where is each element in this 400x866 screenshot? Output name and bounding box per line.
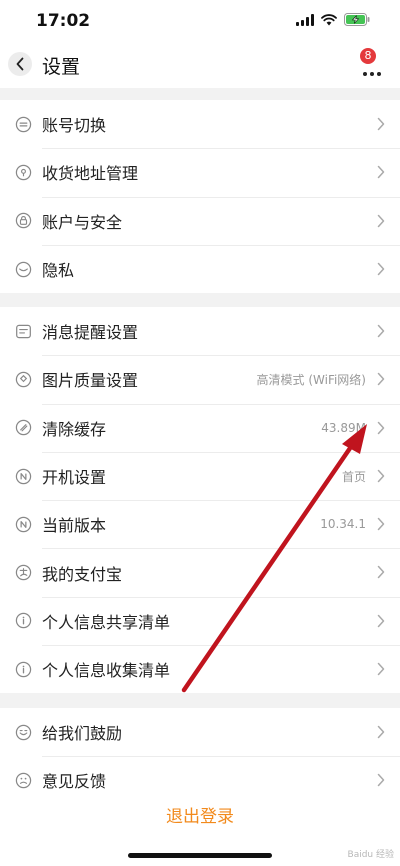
settings-row[interactable]: 我的支付宝 xyxy=(0,548,400,596)
eye-closed-icon xyxy=(14,260,32,278)
settings-row-label: 隐私 xyxy=(42,261,75,281)
more-dots-icon xyxy=(363,72,381,76)
chevron-right-icon xyxy=(377,262,385,276)
settings-row-label: 我的支付宝 xyxy=(42,564,123,584)
chevron-right-icon xyxy=(377,469,385,483)
settings-row[interactable]: 个人信息共享清单 xyxy=(0,596,400,645)
alipay-icon xyxy=(14,564,32,582)
settings-row-label: 开机设置 xyxy=(42,468,107,488)
settings-row-label: 个人信息共享清单 xyxy=(42,612,171,632)
back-button[interactable] xyxy=(8,52,32,76)
settings-row-value: 10.34.1 xyxy=(320,517,366,532)
nav-bar: 设置 8 xyxy=(0,44,400,88)
settings-row-label: 意见反馈 xyxy=(42,772,107,792)
settings-row-label: 清除缓存 xyxy=(42,419,107,439)
chevron-right-icon xyxy=(377,566,385,579)
chevron-right-icon xyxy=(377,421,385,434)
settings-row-label: 图片质量设置 xyxy=(42,371,139,391)
logout-button[interactable]: 退出登录 xyxy=(0,793,400,835)
chevron-left-icon xyxy=(16,57,24,71)
watermark: Baidu 经验 xyxy=(347,850,394,860)
home-indicator xyxy=(128,853,272,858)
clear-cache-icon xyxy=(14,419,32,437)
signal-icon xyxy=(296,13,314,26)
bottom-area: Baidu 经验 xyxy=(0,835,400,866)
info-icon xyxy=(14,612,32,630)
chevron-right-icon xyxy=(377,117,385,131)
settings-row-label: 给我们鼓励 xyxy=(42,724,123,744)
settings-row[interactable]: 图片质量设置 高清模式 (WiFi网络) xyxy=(0,355,400,403)
settings-row-label: 账户与安全 xyxy=(42,212,123,232)
chevron-right-icon xyxy=(377,324,385,338)
settings-row-label: 当前版本 xyxy=(42,516,107,536)
status-bar: 17:02 xyxy=(0,0,400,44)
page-title: 设置 xyxy=(42,56,81,78)
chevron-right-icon xyxy=(377,214,385,227)
startup-icon xyxy=(14,467,32,485)
settings-row[interactable]: 开机设置 首页 xyxy=(0,451,400,500)
notification-badge: 8 xyxy=(360,48,376,64)
wifi-icon xyxy=(321,13,337,25)
settings-group-feedback: 给我们鼓励 意见反馈 xyxy=(0,708,400,805)
settings-group-account: 账号切换收货地址管理 账户与安全隐私 xyxy=(0,100,400,294)
settings-row-label: 收货地址管理 xyxy=(42,164,139,184)
settings-row[interactable]: 给我们鼓励 xyxy=(0,708,400,756)
settings-row[interactable]: 账号切换 xyxy=(0,100,400,148)
settings-row[interactable]: 个人信息收集清单 xyxy=(0,645,400,693)
settings-row-value: 首页 xyxy=(341,469,366,484)
chevron-right-icon xyxy=(377,774,385,787)
message-settings-icon xyxy=(14,322,32,340)
settings-row[interactable]: 账户与安全 xyxy=(0,196,400,245)
settings-row-label: 消息提醒设置 xyxy=(42,323,139,343)
settings-row[interactable]: 隐私 xyxy=(0,244,400,293)
location-pin-icon xyxy=(14,163,32,181)
settings-row[interactable]: 收货地址管理 xyxy=(0,148,400,196)
chevron-right-icon xyxy=(377,166,385,179)
settings-row[interactable]: 消息提醒设置 xyxy=(0,307,400,355)
settings-row-label: 个人信息收集清单 xyxy=(42,661,171,681)
account-switch-icon xyxy=(14,115,32,133)
settings-row-label: 账号切换 xyxy=(42,116,107,136)
status-icons xyxy=(296,13,370,26)
lock-icon xyxy=(14,212,32,230)
chevron-right-icon xyxy=(377,373,385,386)
settings-row[interactable]: 当前版本 10.34.1 xyxy=(0,500,400,548)
chevron-right-icon xyxy=(377,662,385,676)
more-button[interactable]: 8 xyxy=(358,48,386,80)
version-icon xyxy=(14,515,32,533)
info-icon xyxy=(14,660,32,678)
status-time: 17:02 xyxy=(36,11,91,31)
battery-charging-icon xyxy=(344,13,370,26)
image-quality-icon xyxy=(14,370,32,388)
chevron-right-icon xyxy=(377,517,385,531)
settings-group-general: 消息提醒设置 图片质量设置 高清模式 (WiFi网络) 清除缓存 43.89M 开机设置 首… xyxy=(0,307,400,694)
chevron-right-icon xyxy=(377,725,385,739)
settings-row[interactable]: 清除缓存 43.89M xyxy=(0,403,400,452)
settings-row-value: 高清模式 (WiFi网络) xyxy=(256,372,366,387)
settings-row-value: 43.89M xyxy=(321,420,366,435)
chevron-right-icon xyxy=(377,614,385,628)
feedback-icon xyxy=(14,771,32,789)
smile-icon xyxy=(14,723,32,741)
